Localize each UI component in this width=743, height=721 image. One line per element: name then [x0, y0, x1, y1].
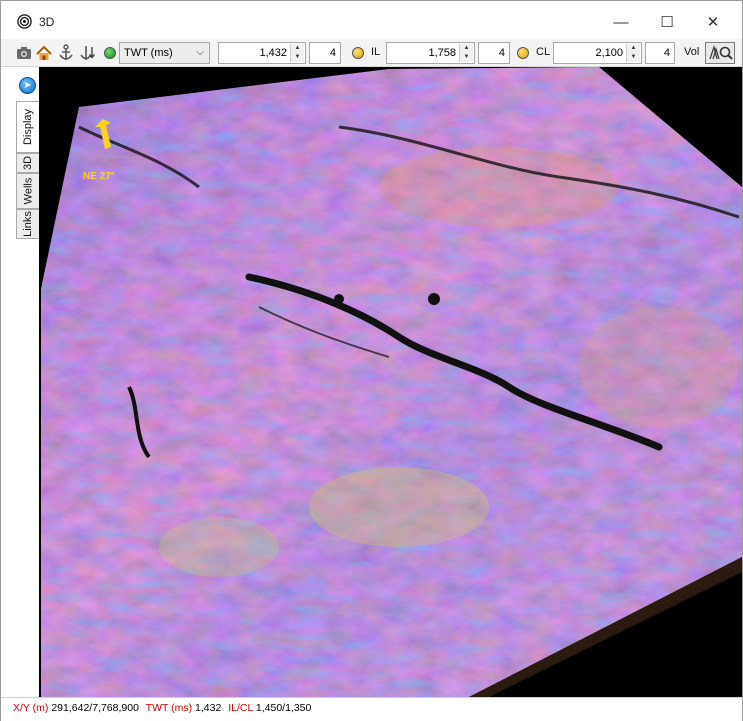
cl-status-led	[517, 47, 529, 59]
title-bar: 3D — ☐ ✕	[1, 1, 742, 39]
volume-mode-button[interactable]	[705, 42, 735, 64]
volume-search-icon	[709, 44, 733, 60]
cl-label: CL	[536, 46, 551, 58]
tab-links[interactable]: Links	[16, 209, 39, 239]
anchor-down-icon[interactable]	[78, 43, 96, 63]
chevron-down-icon: ⌵	[196, 47, 204, 58]
twt-step-input[interactable]: 4	[309, 42, 341, 64]
cl-step-input[interactable]: 4	[645, 42, 675, 64]
status-twt-value: 1,432	[195, 702, 222, 714]
twt-status-led	[104, 47, 116, 59]
navigate-icon[interactable]: ➤	[19, 77, 36, 94]
cl-value-input[interactable]: 2,100 ▲ ▼	[553, 42, 642, 64]
cl-step: 4	[663, 47, 670, 59]
minimize-button[interactable]: —	[598, 7, 644, 37]
status-twt-label: TWT (ms)	[145, 702, 193, 714]
anchor-icon[interactable]	[57, 43, 75, 63]
tab-links-label: Links	[22, 211, 34, 237]
tab-wells[interactable]: Wells	[16, 173, 39, 209]
status-bar: X/Y (m) 291,642/7,768,900 TWT (ms) 1,432…	[1, 697, 742, 721]
seismic-surface	[39, 67, 742, 697]
compass-label: NE 27°	[83, 171, 115, 182]
il-label: IL	[371, 46, 381, 58]
il-step-input[interactable]: 4	[478, 42, 510, 64]
domain-select-value: TWT (ms)	[124, 47, 173, 59]
twt-step: 4	[329, 47, 336, 59]
tab-display-label: Display	[22, 108, 35, 146]
twt-value-input[interactable]: 1,432 ▲ ▼	[218, 42, 306, 64]
il-spinner[interactable]: ▲ ▼	[459, 44, 473, 62]
tab-wells-label: Wells	[22, 177, 35, 205]
il-step: 4	[498, 47, 505, 59]
app-target-icon	[17, 14, 32, 29]
3d-viewport[interactable]: NE 27°	[39, 67, 742, 697]
home-icon[interactable]	[35, 43, 53, 63]
status-xy-value: 291,642/7,768,900	[51, 702, 139, 714]
vol-label: Vol	[684, 46, 700, 58]
status-ilcl-label: IL/CL	[228, 702, 253, 714]
tab-display[interactable]: Display	[16, 101, 39, 153]
status-ilcl-value: 1,450/1,350	[255, 702, 312, 714]
il-status-led	[352, 47, 364, 59]
toolbar: TWT (ms) ⌵ 1,432 ▲ ▼ 4 IL 1,758 ▲ ▼ 4 CL 2…	[1, 39, 742, 67]
twt-spinner[interactable]: ▲ ▼	[290, 44, 304, 62]
side-tab-strip: ➤ Display 3D Wells Links	[13, 67, 39, 697]
close-button[interactable]: ✕	[690, 7, 736, 37]
twt-value: 1,432	[259, 47, 287, 59]
camera-icon[interactable]	[15, 43, 33, 63]
window-3d: 3D — ☐ ✕ TWT (ms) ⌵ 1,432 ▲ ▼ 4 IL 1,758…	[0, 0, 743, 721]
window-title: 3D	[39, 15, 55, 29]
domain-select[interactable]: TWT (ms) ⌵	[119, 42, 210, 64]
il-value-input[interactable]: 1,758 ▲ ▼	[386, 42, 475, 64]
status-xy-label: X/Y (m)	[13, 702, 49, 714]
il-value: 1,758	[428, 47, 456, 59]
maximize-button[interactable]: ☐	[644, 7, 690, 37]
cl-value: 2,100	[595, 47, 623, 59]
cl-spinner[interactable]: ▲ ▼	[626, 44, 640, 62]
tab-3d[interactable]: 3D	[16, 153, 39, 173]
tab-3d-label: 3D	[22, 155, 34, 171]
